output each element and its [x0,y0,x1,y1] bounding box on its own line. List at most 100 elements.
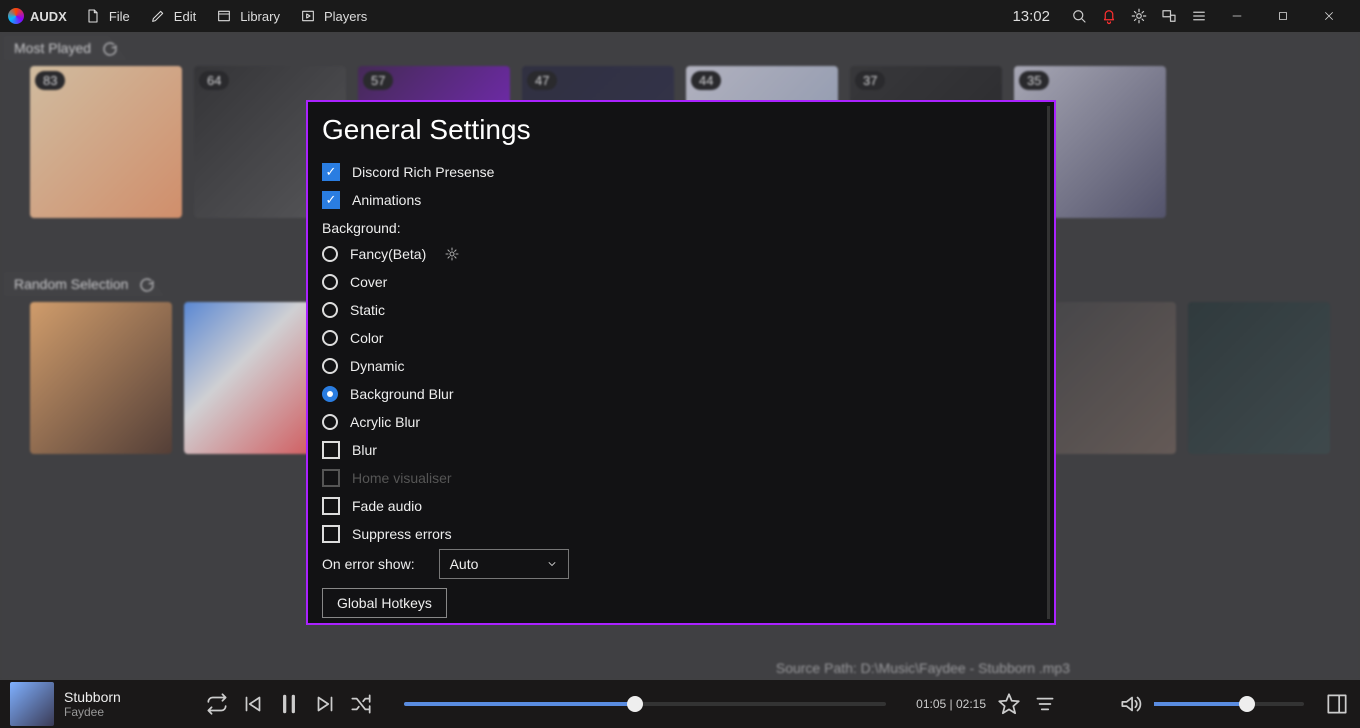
background-label: Background: [322,220,1040,236]
global-hotkeys-button[interactable]: Global Hotkeys [322,588,447,618]
section-most-played-label: Most Played [14,40,91,56]
radio-icon[interactable] [322,330,338,346]
minimize-button[interactable] [1214,0,1260,32]
settings-dialog: General Settings ✓ Discord Rich Presense… [306,100,1056,625]
shuffle-button[interactable] [348,691,374,717]
checkbox-disabled-icon [322,469,340,487]
bell-icon[interactable] [1100,7,1118,25]
maximize-button[interactable] [1260,0,1306,32]
gear-icon[interactable] [444,246,460,262]
checkbox-icon[interactable] [322,497,340,515]
track-meta: Stubborn Faydee [64,689,194,719]
menu-file[interactable]: File [85,8,130,24]
menu-library[interactable]: Library [216,8,280,24]
opt-fade-audio-label: Fade audio [352,498,422,514]
hamburger-icon[interactable] [1190,7,1208,25]
menu-edit[interactable]: Edit [150,8,196,24]
refresh-icon[interactable] [101,40,119,58]
menu-players[interactable]: Players [300,8,367,24]
radio-color[interactable]: Color [322,326,1040,350]
devices-icon[interactable] [1160,7,1178,25]
album-thumb[interactable]: 83 [30,66,182,218]
on-error-row: On error show: Auto [322,552,1040,576]
opt-fade-audio[interactable]: Fade audio [322,494,1040,518]
volume-icon[interactable] [1118,691,1144,717]
progress-track[interactable] [404,702,886,706]
chevron-down-icon [546,558,558,570]
radio-icon[interactable] [322,358,338,374]
prev-button[interactable] [240,691,266,717]
play-count: 64 [199,71,229,90]
radio-acrylic[interactable]: Acrylic Blur [322,410,1040,434]
progress-wrap [404,702,886,706]
section-most-played[interactable]: Most Played [4,36,127,60]
album-thumb[interactable] [30,302,172,454]
favorite-button[interactable] [996,691,1022,717]
volume-wrap [1154,702,1304,706]
queue-button[interactable] [1032,691,1058,717]
album-thumb[interactable] [1188,302,1330,454]
time-display: 01:05 | 02:15 [916,697,986,711]
opt-discord[interactable]: ✓ Discord Rich Presense [322,160,1040,184]
close-button[interactable] [1306,0,1352,32]
opt-suppress-errors-label: Suppress errors [352,526,452,542]
pause-button[interactable] [276,691,302,717]
play-count: 47 [527,71,557,90]
source-path: Source Path: D:\Music\Faydee - Stubborn … [776,660,1070,676]
section-random-label: Random Selection [14,276,128,292]
opt-animations-label: Animations [352,192,421,208]
radio-acrylic-label: Acrylic Blur [350,414,420,430]
radio-dynamic[interactable]: Dynamic [322,354,1040,378]
play-count: 44 [691,71,721,90]
refresh-icon[interactable] [138,276,156,294]
on-error-label: On error show: [322,556,415,572]
play-count: 37 [855,71,885,90]
repeat-button[interactable] [204,691,230,717]
next-button[interactable] [312,691,338,717]
checkbox-icon[interactable] [322,441,340,459]
radio-icon[interactable] [322,302,338,318]
search-icon[interactable] [1070,7,1088,25]
radio-icon[interactable] [322,246,338,262]
players-icon [300,8,316,24]
menubar: AUDX File Edit Library Players 13:02 [0,0,1360,32]
opt-suppress-errors[interactable]: Suppress errors [322,522,1040,546]
opt-blur-label: Blur [352,442,377,458]
checkbox-checked-icon[interactable]: ✓ [322,163,340,181]
section-random[interactable]: Random Selection [4,272,164,296]
radio-fancy[interactable]: Fancy(Beta) [322,242,1040,266]
radio-fancy-label: Fancy(Beta) [350,246,426,262]
opt-home-visualiser-label: Home visualiser [352,470,452,486]
radio-bgblur-label: Background Blur [350,386,454,402]
radio-icon[interactable] [322,414,338,430]
checkbox-checked-icon[interactable]: ✓ [322,191,340,209]
progress-knob[interactable] [627,696,643,712]
radio-cover[interactable]: Cover [322,270,1040,294]
volume-track[interactable] [1154,702,1304,706]
radio-static[interactable]: Static [322,298,1040,322]
opt-blur[interactable]: Blur [322,438,1040,462]
play-count: 83 [35,71,65,90]
radio-dynamic-label: Dynamic [350,358,404,374]
dialog-title: General Settings [322,114,1040,146]
pencil-icon [150,8,166,24]
library-icon [216,8,232,24]
checkbox-icon[interactable] [322,525,340,543]
layout-toggle-button[interactable] [1324,691,1350,717]
file-icon [85,8,101,24]
radio-icon[interactable] [322,274,338,290]
radio-color-label: Color [350,330,383,346]
clock: 13:02 [1012,8,1050,25]
track-artist: Faydee [64,705,194,719]
volume-knob[interactable] [1239,696,1255,712]
opt-animations[interactable]: ✓ Animations [322,188,1040,212]
radio-selected-icon[interactable] [322,386,338,402]
album-art[interactable] [10,682,54,726]
radio-cover-label: Cover [350,274,387,290]
on-error-select[interactable]: Auto [439,549,569,579]
radio-bgblur[interactable]: Background Blur [322,382,1040,406]
global-hotkeys-label: Global Hotkeys [337,595,432,611]
gear-icon[interactable] [1130,7,1148,25]
menu-players-label: Players [324,9,367,24]
radio-static-label: Static [350,302,385,318]
